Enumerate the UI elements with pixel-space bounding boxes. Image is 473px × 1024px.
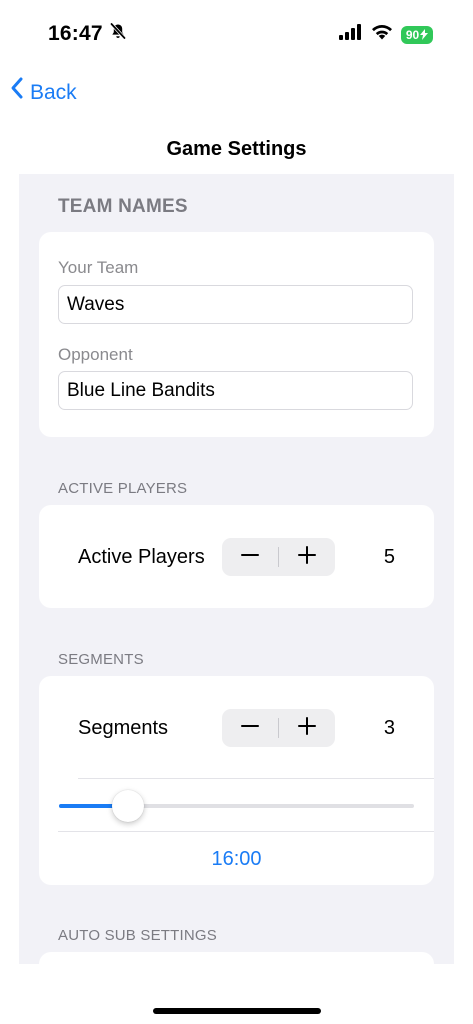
wifi-icon [371,24,393,45]
status-time-text: 16:47 [48,22,103,45]
segment-time-value[interactable]: 16:00 [39,846,434,872]
bell-slash-icon [109,20,127,48]
auto-sub-settings-card [39,952,434,964]
status-bar-time: 16:47 [48,20,127,48]
plus-icon [298,545,316,569]
plus-icon [298,716,316,740]
decrement-segments-button[interactable] [222,709,278,747]
segments-label: Segments [78,717,169,739]
active-players-card: Active Players 5 [39,505,434,608]
page-title: Game Settings [166,138,307,160]
team-names-card: Your Team Waves Opponent Blue Line Bandi… [39,232,434,437]
decrement-active-players-button[interactable] [222,538,278,576]
opponent-label: Opponent [58,345,133,364]
your-team-label: Your Team [58,258,139,277]
cellular-signal-icon [339,24,363,45]
your-team-field[interactable]: Waves [58,285,413,324]
active-players-header: ACTIVE PLAYERS [58,480,188,497]
opponent-field[interactable]: Blue Line Bandits [58,371,413,410]
auto-sub-settings-header: AUTO SUB SETTINGS [58,927,217,944]
active-players-label: Active Players [78,546,205,568]
minus-icon [241,546,259,569]
back-button[interactable]: Back [10,76,77,109]
home-indicator [153,1008,321,1014]
team-names-header: TEAM NAMES [58,196,188,217]
increment-segments-button[interactable] [279,709,335,747]
segments-header: SEGMENTS [58,651,144,668]
active-players-value: 5 [383,546,395,568]
status-bar-indicators: 90 [339,24,433,45]
battery-charging-icon: 90 [401,25,433,44]
active-players-stepper[interactable] [222,538,335,576]
increment-active-players-button[interactable] [279,538,335,576]
minus-icon [241,717,259,740]
row-divider [58,831,434,832]
segments-stepper[interactable] [222,709,335,747]
chevron-left-icon [10,76,24,109]
row-divider [78,778,434,779]
segments-value: 3 [383,717,395,739]
back-button-label: Back [30,80,77,104]
battery-level: 90 [405,27,420,42]
